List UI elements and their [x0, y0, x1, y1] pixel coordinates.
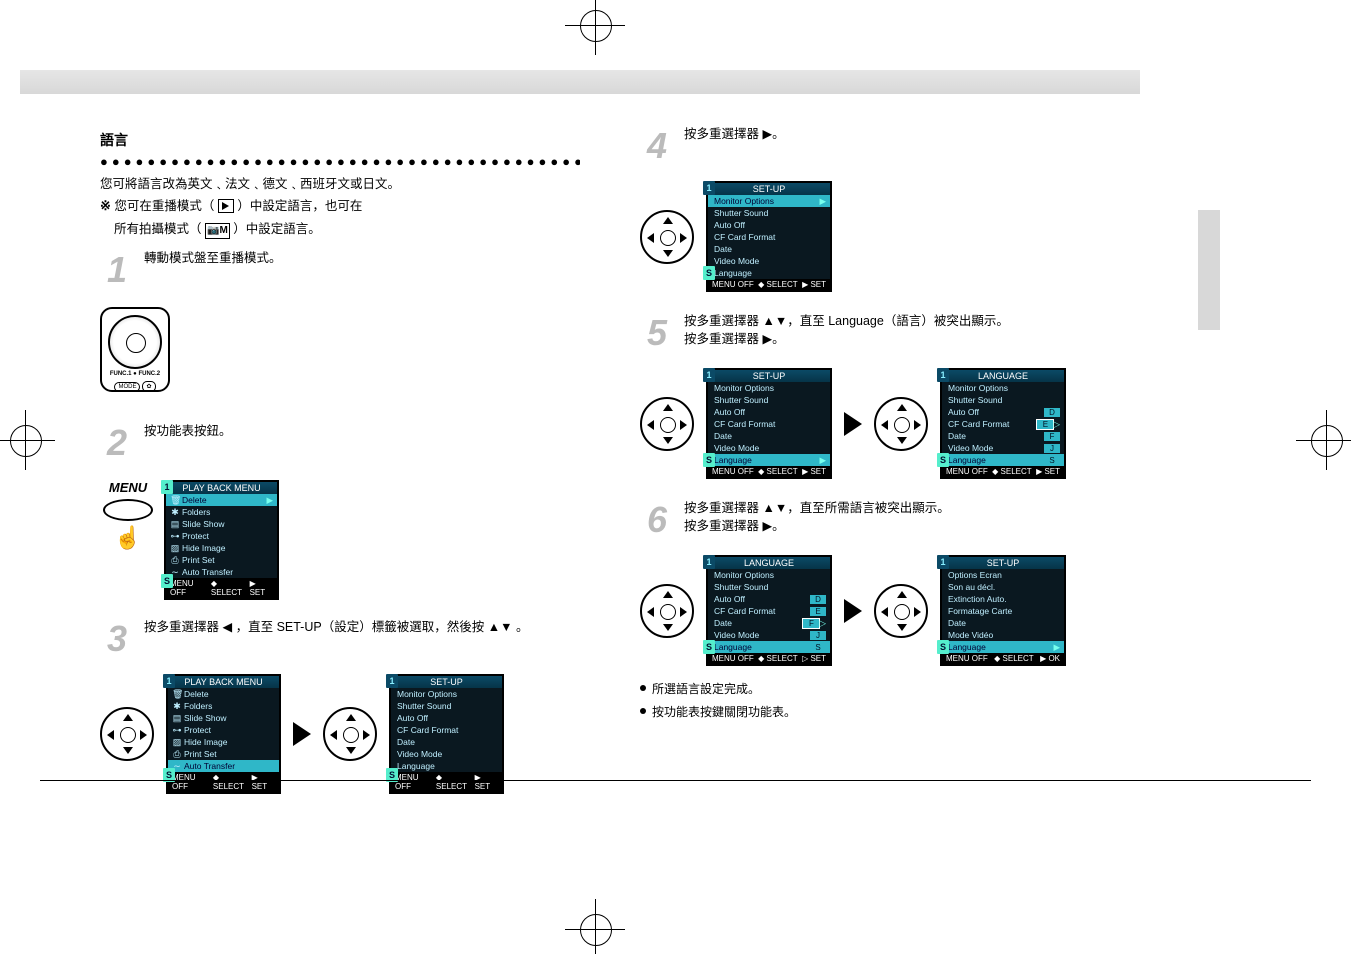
lcd-playback-menu-2: 1 S PLAY BACK MENU 🗑Delete ✱Folders ▤Sli…: [166, 674, 281, 794]
step-2-text: 按功能表按鈕。: [144, 422, 580, 440]
crop-mark-left: [5, 420, 45, 460]
step-number-3: 3: [100, 618, 134, 660]
lcd-playback-menu: 1 S PLAY BACK MENU 🗑Delete▶ ✱Folders ▤Sl…: [164, 480, 279, 600]
step-4-text: 按多重選擇器 ▶。: [684, 125, 1140, 143]
camera-mode-icon: 📷M: [205, 223, 230, 240]
step-5-text: 按多重選擇器 ▲▼，直至 Language（語言）被突出顯示。 按多重選擇器 ▶…: [684, 312, 1140, 348]
dpad-right-3: [874, 584, 928, 638]
lcd-language-options: 1S LANGUAGE Monitor Options Shutter Soun…: [940, 368, 1066, 479]
lcd-setup-french: 1S SET-UP Options Ecran Son au décl. Ext…: [940, 555, 1066, 666]
dpad-updown: [323, 707, 377, 761]
mode-dial-illustration: FUNC.1 ● FUNC.2 MODE✿: [100, 307, 170, 392]
lcd-setup-2: 1 S SET-UP Monitor Options▶ Shutter Soun…: [706, 181, 832, 292]
dpad-updown-3: [640, 584, 694, 638]
dpad-updown-2: [640, 397, 694, 451]
arrow-right-3: [844, 599, 862, 623]
intro-text: 您可將語言改為英文﹑法文﹑德文﹑西班牙文或日文。: [100, 175, 580, 193]
note-line-2: 所有拍攝模式（ 📷M ）中設定語言。: [100, 220, 580, 240]
note-line-1: ※ 您可在重播模式（ ）中設定語言，也可在: [100, 197, 580, 216]
bullet-1: 所選語言設定完成。: [640, 680, 1140, 697]
dpad-left: [100, 707, 154, 761]
step-number-4: 4: [640, 125, 674, 167]
lcd-setup-1: 1 S SET-UP Monitor Options Shutter Sound…: [389, 674, 504, 794]
crop-mark-bottom: [575, 909, 615, 949]
arrow-right-2: [844, 412, 862, 436]
step-number-1: 1: [100, 249, 134, 291]
step-number-2: 2: [100, 422, 134, 464]
section-heading: 語言: [100, 130, 580, 150]
arrow-right-1: [293, 722, 311, 746]
step-number-5: 5: [640, 312, 674, 354]
lcd-setup-lang-sel: 1S SET-UP Monitor Options Shutter Sound …: [706, 368, 832, 479]
step-3-text: 按多重選擇器 ◀ ，直至 SET-UP（設定）標籤被選取，然後按 ▲▼ 。: [144, 618, 580, 636]
menu-button-illustration: MENU ☝: [100, 480, 156, 549]
step-1-text: 轉動模式盤至重播模式。: [144, 249, 580, 267]
heading-dots: ●●●●●●●●●●●●●●●●●●●●●●●●●●●●●●●●●●●●●●●●…: [100, 154, 580, 169]
bullet-2: 按功能表按鍵關閉功能表。: [640, 703, 1140, 720]
page-header-bar: [20, 70, 1140, 94]
crop-mark-right: [1306, 420, 1346, 460]
step-number-6: 6: [640, 499, 674, 541]
dpad-right-2: [874, 397, 928, 451]
play-mode-icon: [218, 199, 234, 213]
step-6-text: 按多重選擇器 ▲▼，直至所需語言被突出顯示。 按多重選擇器 ▶。: [684, 499, 1140, 535]
crop-mark-top: [575, 5, 615, 45]
side-thumb-tab: [1198, 210, 1220, 330]
lcd-language-f: 1S LANGUAGE Monitor Options Shutter Soun…: [706, 555, 832, 666]
dpad-right-1: [640, 210, 694, 264]
page-rule: [40, 780, 1311, 781]
